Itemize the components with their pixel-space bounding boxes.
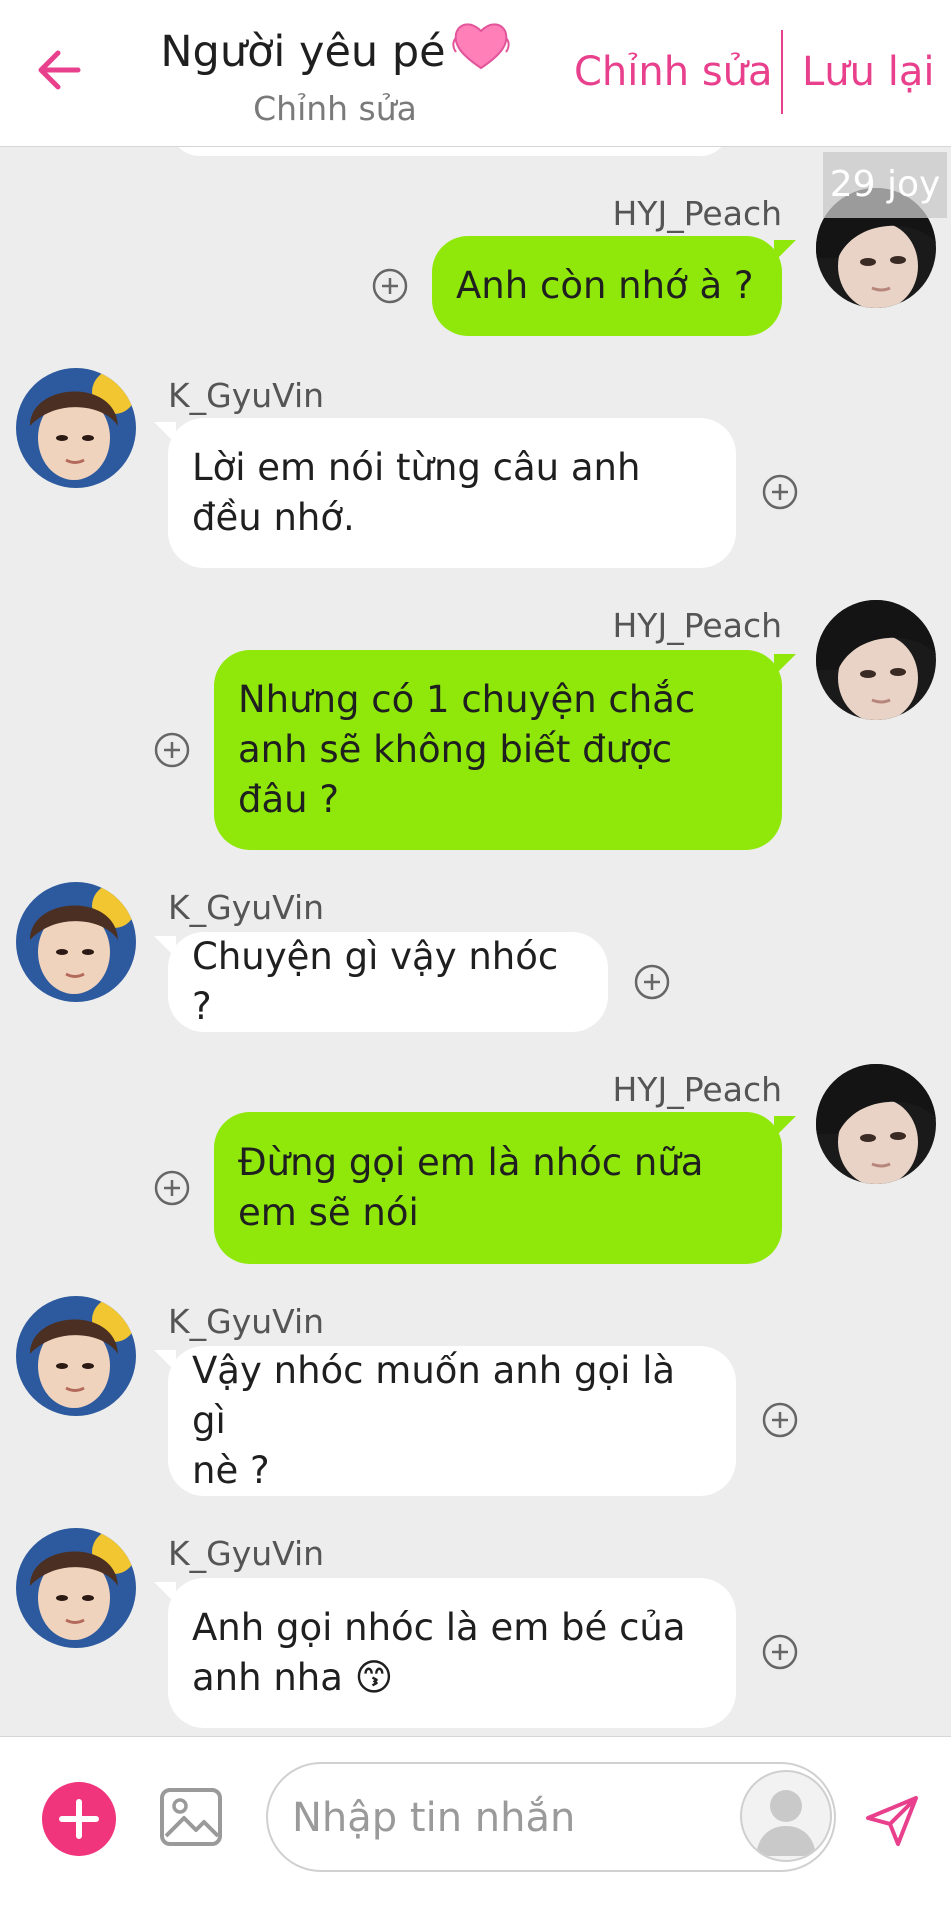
avatar-hyj-peach[interactable] xyxy=(816,1064,936,1184)
send-button[interactable] xyxy=(862,1790,922,1850)
sender-name: K_GyuVin xyxy=(168,376,325,415)
sender-name: K_GyuVin xyxy=(168,1302,325,1341)
sender-name: HYJ_Peach xyxy=(612,194,782,233)
avatar-k-gyuvin[interactable] xyxy=(16,368,136,488)
add-reaction-icon[interactable] xyxy=(634,964,670,1000)
chat-subtitle[interactable]: Chỉnh sửa xyxy=(150,88,520,130)
title-block: Người yêu pé Chỉnh sửa xyxy=(150,18,520,130)
sender-name: HYJ_Peach xyxy=(612,1070,782,1109)
avatar-k-gyuvin[interactable] xyxy=(16,882,136,1002)
message-bubble-incoming[interactable]: Anh gọi nhóc là em bé của anh nha 😙 xyxy=(154,1578,736,1728)
back-arrow-icon xyxy=(38,50,81,90)
chat-title: Người yêu pé xyxy=(160,27,446,77)
sender-avatar-selector[interactable] xyxy=(740,1770,832,1862)
message-bubble-incoming[interactable]: Lời em nói từng câu anh đều nhớ. xyxy=(154,418,736,568)
chat-header: Người yêu pé Chỉnh sửa Chỉnh sửa Lưu lại xyxy=(0,0,951,147)
save-button[interactable]: Lưu lại xyxy=(802,44,934,100)
add-reaction-icon[interactable] xyxy=(762,1634,798,1670)
heart-icon xyxy=(451,18,510,88)
add-reaction-icon[interactable] xyxy=(154,1170,190,1206)
avatar-k-gyuvin[interactable] xyxy=(16,1296,136,1416)
avatar-hyj-peach[interactable] xyxy=(816,600,936,720)
message-bubble-outgoing[interactable]: Nhưng có 1 chuyện chắc anh sẽ không biết… xyxy=(214,650,796,850)
add-reaction-icon[interactable] xyxy=(154,732,190,768)
watermark: 29 joy xyxy=(823,152,947,218)
plus-circle-icon xyxy=(59,1799,99,1839)
message-bubble-outgoing[interactable]: Anh còn nhớ à ? xyxy=(432,236,796,336)
message-bubble-outgoing[interactable]: Đừng gọi em là nhóc nữa em sẽ nói xyxy=(214,1112,796,1264)
sender-name: K_GyuVin xyxy=(168,888,325,927)
sender-name: K_GyuVin xyxy=(168,1534,325,1573)
back-button[interactable] xyxy=(30,40,90,100)
message-input-container xyxy=(266,1762,836,1872)
image-icon xyxy=(160,1788,222,1846)
add-reaction-icon[interactable] xyxy=(762,474,798,510)
avatar-k-gyuvin[interactable] xyxy=(16,1528,136,1648)
send-icon xyxy=(866,1796,918,1846)
message-bubble-incoming[interactable]: Vậy nhóc muốn anh gọi là gì nè ? xyxy=(154,1346,736,1496)
sender-name: HYJ_Peach xyxy=(612,606,782,645)
add-reaction-icon[interactable] xyxy=(372,268,408,304)
message-input[interactable] xyxy=(290,1786,714,1850)
edit-button[interactable]: Chỉnh sửa xyxy=(574,44,773,100)
add-button[interactable] xyxy=(42,1782,116,1856)
image-button[interactable] xyxy=(158,1784,224,1850)
header-divider xyxy=(781,30,783,114)
add-reaction-icon[interactable] xyxy=(762,1402,798,1438)
person-icon xyxy=(756,1790,816,1856)
message-bubble-incoming[interactable]: Chuyện gì vậy nhóc ? xyxy=(154,932,608,1032)
